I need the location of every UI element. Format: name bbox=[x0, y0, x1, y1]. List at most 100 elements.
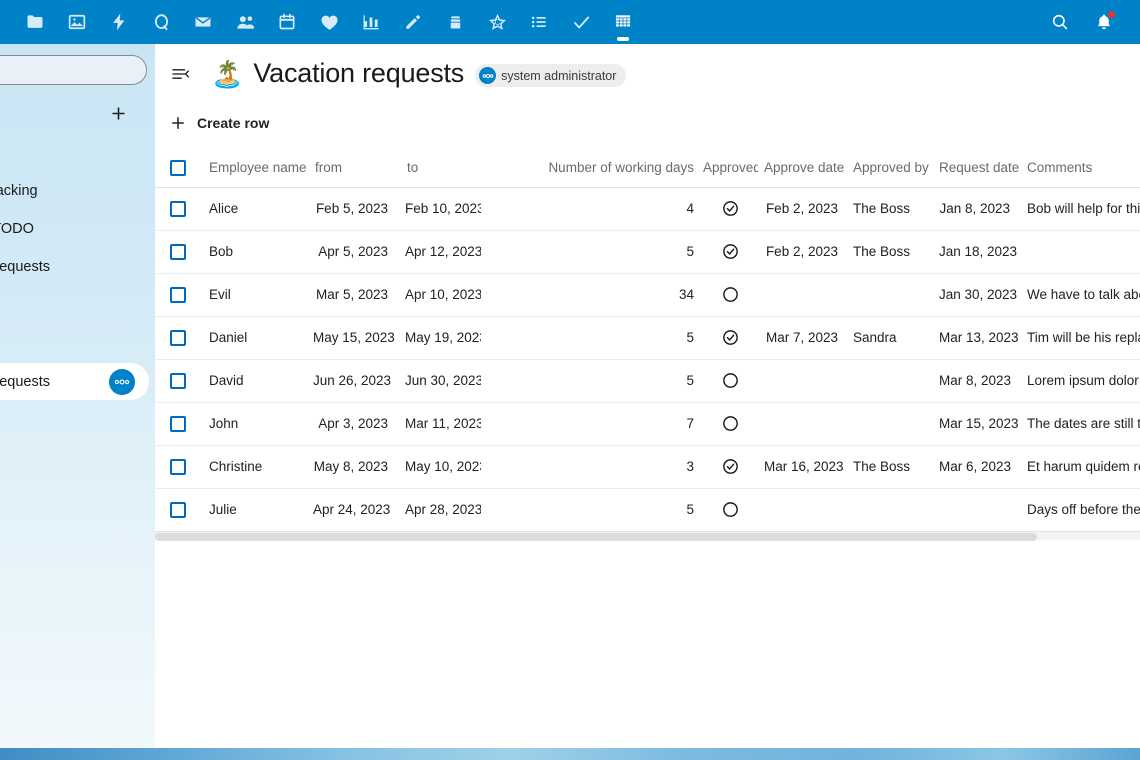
table-scroll-viewport[interactable]: Employee name from to Number of working … bbox=[155, 149, 1140, 574]
cell-request-date[interactable]: Mar 6, 2023 bbox=[933, 445, 1019, 488]
cell-from[interactable]: May 15, 2023 bbox=[307, 316, 399, 359]
cell-approved[interactable] bbox=[703, 488, 758, 531]
cell-employee-name[interactable]: Christine bbox=[201, 445, 307, 488]
cell-approved-by[interactable] bbox=[847, 273, 933, 316]
row-checkbox[interactable] bbox=[170, 373, 186, 389]
cell-approve-date[interactable] bbox=[758, 488, 847, 531]
cell-approved[interactable] bbox=[703, 316, 758, 359]
column-header-approved-by[interactable]: Approved by bbox=[847, 149, 933, 187]
cell-to[interactable]: Mar 11, 2023 bbox=[399, 402, 481, 445]
column-header-from[interactable]: from bbox=[307, 149, 399, 187]
cell-to[interactable]: Jun 30, 2023 bbox=[399, 359, 481, 402]
search-icon[interactable] bbox=[1038, 0, 1082, 44]
column-header-request-date[interactable]: Request date bbox=[933, 149, 1019, 187]
cell-comments[interactable]: Tim will be his replacement bbox=[1019, 316, 1140, 359]
cell-request-date[interactable]: Jan 18, 2023 bbox=[933, 230, 1019, 273]
row-checkbox[interactable] bbox=[170, 502, 186, 518]
cell-employee-name[interactable]: David bbox=[201, 359, 307, 402]
table-row[interactable]: DavidJun 26, 2023Jun 30, 20235 Mar 8, 202… bbox=[155, 359, 1140, 402]
contacts-icon[interactable] bbox=[224, 0, 266, 44]
cell-approve-date[interactable]: Mar 16, 2023 bbox=[758, 445, 847, 488]
cell-working-days[interactable]: 5 bbox=[481, 488, 703, 531]
cell-employee-name[interactable]: Julie bbox=[201, 488, 307, 531]
cell-approved[interactable] bbox=[703, 273, 758, 316]
cell-comments[interactable]: Bob will help for this time bbox=[1019, 187, 1140, 230]
row-checkbox[interactable] bbox=[170, 287, 186, 303]
mail-icon[interactable] bbox=[182, 0, 224, 44]
cell-working-days[interactable]: 34 bbox=[481, 273, 703, 316]
cell-request-date[interactable]: Mar 13, 2023 bbox=[933, 316, 1019, 359]
row-checkbox[interactable] bbox=[170, 201, 186, 217]
cell-from[interactable]: Apr 5, 2023 bbox=[307, 230, 399, 273]
cell-approved-by[interactable]: The Boss bbox=[847, 230, 933, 273]
cell-working-days[interactable]: 3 bbox=[481, 445, 703, 488]
health-icon[interactable] bbox=[308, 0, 350, 44]
cell-request-date[interactable]: Jan 8, 2023 bbox=[933, 187, 1019, 230]
cell-to[interactable]: May 10, 2023 bbox=[399, 445, 481, 488]
row-checkbox[interactable] bbox=[170, 330, 186, 346]
cell-request-date[interactable] bbox=[933, 488, 1019, 531]
cell-from[interactable]: Mar 5, 2023 bbox=[307, 273, 399, 316]
column-header-approved[interactable]: Approved bbox=[703, 149, 758, 187]
cell-comments[interactable] bbox=[1019, 230, 1140, 273]
cell-employee-name[interactable]: Evil bbox=[201, 273, 307, 316]
cell-from[interactable]: Feb 5, 2023 bbox=[307, 187, 399, 230]
cell-working-days[interactable]: 7 bbox=[481, 402, 703, 445]
cell-employee-name[interactable]: Alice bbox=[201, 187, 307, 230]
row-checkbox[interactable] bbox=[170, 244, 186, 260]
cell-request-date[interactable]: Mar 15, 2023 bbox=[933, 402, 1019, 445]
toggle-navigation-icon[interactable] bbox=[165, 59, 195, 89]
cell-to[interactable]: Apr 28, 2023 bbox=[399, 488, 481, 531]
table-row[interactable]: EvilMar 5, 2023Apr 10, 202334 Jan 30, 202… bbox=[155, 273, 1140, 316]
column-header-to[interactable]: to bbox=[399, 149, 481, 187]
cell-approve-date[interactable]: Feb 2, 2023 bbox=[758, 230, 847, 273]
cell-comments[interactable]: Et harum quidem rerum facilis bbox=[1019, 445, 1140, 488]
notifications-bell-icon[interactable] bbox=[1082, 0, 1126, 44]
column-header-working-days[interactable]: Number of working days bbox=[481, 149, 703, 187]
cell-to[interactable]: Apr 10, 2023 bbox=[399, 273, 481, 316]
files-icon[interactable] bbox=[14, 0, 56, 44]
cell-approved-by[interactable]: The Boss bbox=[847, 187, 933, 230]
talk-icon[interactable] bbox=[140, 0, 182, 44]
cell-employee-name[interactable]: Daniel bbox=[201, 316, 307, 359]
cell-from[interactable]: Apr 3, 2023 bbox=[307, 402, 399, 445]
cell-from[interactable]: Jun 26, 2023 bbox=[307, 359, 399, 402]
cell-approved[interactable] bbox=[703, 445, 758, 488]
sidebar-item-tutorial-tracking[interactable]: Tutorial tracking bbox=[0, 172, 149, 209]
row-checkbox[interactable] bbox=[170, 459, 186, 475]
create-row-button[interactable]: Create row bbox=[165, 110, 277, 136]
table-row[interactable]: AliceFeb 5, 2023Feb 10, 20234Feb 2, 2023… bbox=[155, 187, 1140, 230]
analytics-icon[interactable] bbox=[350, 0, 392, 44]
deck-icon[interactable] bbox=[518, 0, 560, 44]
cell-working-days[interactable]: 5 bbox=[481, 230, 703, 273]
sidebar-item-vacation-requests-shared[interactable]: Vacation requests bbox=[0, 363, 149, 400]
table-row[interactable]: JulieApr 24, 2023Apr 28, 20235Days off b… bbox=[155, 488, 1140, 531]
cell-approved[interactable] bbox=[703, 187, 758, 230]
cell-working-days[interactable]: 5 bbox=[481, 316, 703, 359]
table-row[interactable]: BobApr 5, 2023Apr 12, 20235Feb 2, 2023Th… bbox=[155, 230, 1140, 273]
cell-approved-by[interactable] bbox=[847, 402, 933, 445]
column-header-employee-name[interactable]: Employee name bbox=[201, 149, 307, 187]
add-table-button[interactable] bbox=[105, 100, 131, 126]
cell-approved-by[interactable] bbox=[847, 488, 933, 531]
cell-approved-by[interactable] bbox=[847, 359, 933, 402]
cell-approve-date[interactable]: Feb 2, 2023 bbox=[758, 187, 847, 230]
cell-comments[interactable]: Lorem ipsum dolor sit amet, con bbox=[1019, 359, 1140, 402]
cell-employee-name[interactable]: John bbox=[201, 402, 307, 445]
cell-request-date[interactable]: Jan 30, 2023 bbox=[933, 273, 1019, 316]
cell-request-date[interactable]: Mar 8, 2023 bbox=[933, 359, 1019, 402]
cell-approved-by[interactable]: The Boss bbox=[847, 445, 933, 488]
notes-icon[interactable] bbox=[392, 0, 434, 44]
cell-to[interactable]: Apr 12, 2023 bbox=[399, 230, 481, 273]
column-header-approve-date[interactable]: Approve date bbox=[758, 149, 847, 187]
cell-working-days[interactable]: 5 bbox=[481, 359, 703, 402]
search-input[interactable]: s bbox=[0, 55, 147, 85]
tasks-icon[interactable] bbox=[560, 0, 602, 44]
photos-icon[interactable] bbox=[56, 0, 98, 44]
cell-approved[interactable] bbox=[703, 402, 758, 445]
cell-approve-date[interactable] bbox=[758, 359, 847, 402]
calendar-icon[interactable] bbox=[266, 0, 308, 44]
column-header-comments[interactable]: Comments bbox=[1019, 149, 1140, 187]
tables-icon[interactable] bbox=[602, 0, 644, 44]
cell-comments[interactable]: The dates are still to be defined bbox=[1019, 402, 1140, 445]
